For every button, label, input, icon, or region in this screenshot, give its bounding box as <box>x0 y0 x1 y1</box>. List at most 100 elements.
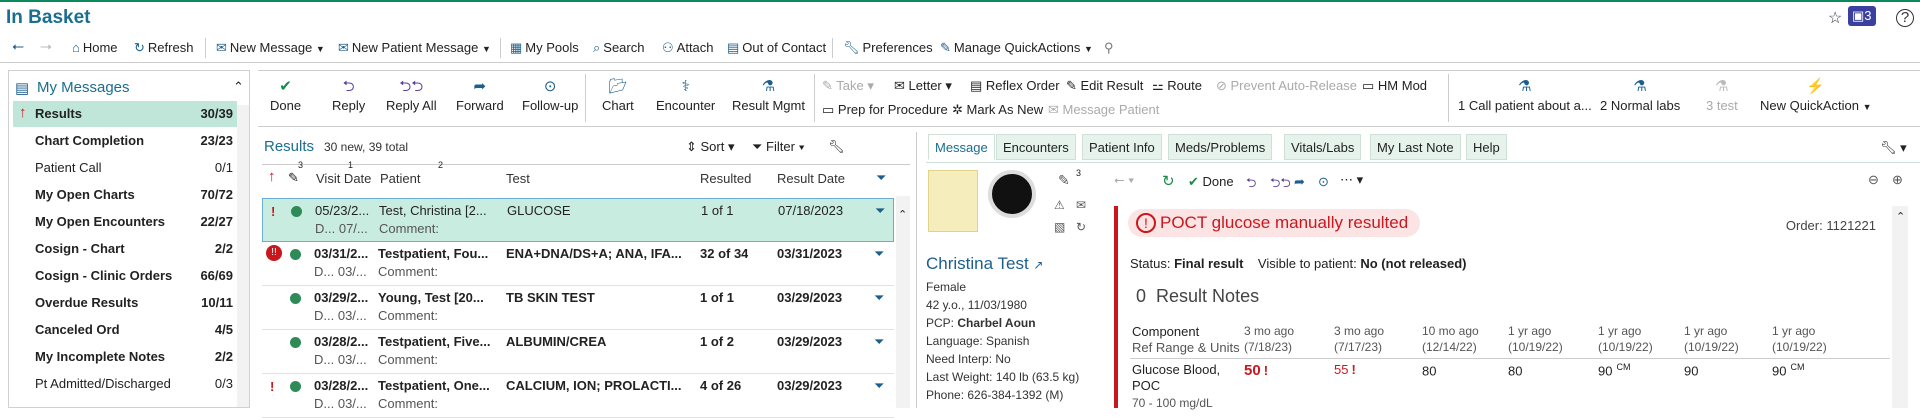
quickaction-test-button[interactable]: ⚗ 3 test <box>1706 76 1738 113</box>
edit-column-icon[interactable]: ✎ <box>288 170 299 186</box>
letter-button[interactable]: ✉ Letter ▾ <box>894 78 952 94</box>
new-message-button[interactable]: ✉ New Message ▼ <box>216 40 325 56</box>
reflex-order-button[interactable]: ▤ Reflex Order <box>970 78 1060 94</box>
filter-icon[interactable]: ⏷ <box>875 203 885 219</box>
hm-mod-button[interactable]: ▭ HM Mod <box>1362 78 1427 94</box>
new-patient-message-button[interactable]: ✉ New Patient Message ▼ <box>338 40 491 56</box>
filter-button[interactable]: ⏷ Filter ▾ <box>752 139 805 155</box>
zoom-out-icon[interactable]: ⊖ <box>1868 172 1879 188</box>
filter-icon[interactable]: ⏷ <box>874 334 884 350</box>
sidebar-item[interactable]: Canceled Ord 4/5 <box>13 317 237 343</box>
attach-button[interactable]: ⚇ Attach <box>662 40 714 56</box>
my-pools-button[interactable]: ▦ My Pools <box>510 40 579 56</box>
preferences-button[interactable]: 🔧︎ Preferences <box>843 40 933 56</box>
tab-vitals-labs[interactable]: Vitals/Labs <box>1284 134 1362 160</box>
patient-name[interactable]: Christina Test ↗ <box>926 254 1043 274</box>
take-button[interactable]: ✎ Take ▾ <box>822 78 874 94</box>
zoom-in-icon[interactable]: ⊕ <box>1892 172 1903 188</box>
chevron-down-icon[interactable]: ▼ <box>316 44 325 54</box>
tab-encounters[interactable]: Encounters <box>996 134 1076 160</box>
mail-icon[interactable]: ✉ <box>1076 198 1086 212</box>
sidebar-item[interactable]: ↑ Results 30/39 <box>13 101 237 127</box>
patient-photo[interactable] <box>988 170 1036 218</box>
col-result-date[interactable]: Result Date <box>777 171 845 186</box>
star-icon[interactable]: ☆ <box>1828 8 1842 28</box>
back-arrow-icon[interactable]: ⭠ ▾ <box>1114 172 1134 188</box>
done-button-small[interactable]: ✔ Done <box>1188 174 1234 190</box>
follow-up-button[interactable]: ⊙ Follow-up <box>522 76 578 113</box>
filter-icon[interactable]: ⏷ <box>874 378 884 394</box>
sidebar-item[interactable]: Cosign - Chart 2/2 <box>13 236 237 262</box>
scroll-up-icon[interactable]: ⌃ <box>898 208 907 221</box>
col-resulted[interactable]: Resulted <box>700 171 751 186</box>
chevron-down-icon[interactable]: ▼ <box>482 44 491 54</box>
scroll-up-icon[interactable]: ⌃ <box>1896 210 1905 223</box>
home-button[interactable]: ⌂ Home <box>72 40 118 55</box>
more-icon[interactable]: ⋯ ▾ <box>1340 172 1363 188</box>
col-patient[interactable]: Patient <box>380 171 420 186</box>
sticky-note-icon[interactable] <box>928 170 978 232</box>
message-patient-button[interactable]: ✉ Message Patient <box>1048 102 1159 118</box>
sidebar-item[interactable]: Cosign - Clinic Orders 66/69 <box>13 263 237 289</box>
col-test[interactable]: Test <box>506 171 530 186</box>
tab-help[interactable]: Help <box>1466 134 1507 160</box>
result-row[interactable]: 03/29/2... D... 03/... Young, Test [20... C… <box>262 286 894 330</box>
alert-icon[interactable]: ⚠ <box>1054 198 1065 212</box>
tab-my-last-note[interactable]: My Last Note <box>1370 134 1461 160</box>
manage-quickactions-button[interactable]: ✎ Manage QuickActions ▼ <box>940 40 1093 56</box>
out-of-contact-button[interactable]: ▤ Out of Contact <box>727 40 826 56</box>
open-chart-icon[interactable]: ↗ <box>1033 258 1043 272</box>
quickaction-call-button[interactable]: ⚗ 1 Call patient about a... <box>1458 76 1592 113</box>
forward-arrow-icon[interactable]: ⭢ <box>40 38 52 55</box>
reply-icon[interactable]: ⮌ <box>1246 174 1256 196</box>
sidebar-item[interactable]: My Open Charts 70/72 <box>13 182 237 208</box>
reply-button[interactable]: ⮌ Reply <box>332 76 365 113</box>
video-icon[interactable]: ▣3 <box>1848 6 1876 26</box>
message-scrollbar[interactable] <box>1892 206 1908 408</box>
lightbulb-icon[interactable]: ⚲ <box>1104 40 1114 56</box>
forward-button[interactable]: ➦ Forward <box>456 76 504 113</box>
edit-result-button[interactable]: ✎ Edit Result <box>1066 78 1143 94</box>
new-quickaction-button[interactable]: ⚡ New QuickAction ▼ <box>1760 76 1872 113</box>
filter-icon[interactable]: ⏷ <box>874 290 884 306</box>
back-arrow-icon[interactable]: ⭠ <box>12 38 24 55</box>
notes-icon[interactable]: ✎ <box>1058 172 1070 189</box>
result-row[interactable]: ! 05/23/2... D... 07/... Test, Christina [2… <box>262 198 894 242</box>
wrench-icon[interactable]: 🔧︎ ▾ <box>1880 140 1907 156</box>
chevron-down-icon[interactable]: ▼ <box>1084 44 1093 54</box>
reply-all-button[interactable]: ⮌⮌ Reply All <box>386 76 437 113</box>
result-mgmt-button[interactable]: ⚗ Result Mgmt <box>732 76 805 113</box>
tab-message[interactable]: Message <box>928 134 995 160</box>
chevron-down-icon[interactable]: ▼ <box>1863 102 1872 112</box>
help-icon[interactable]: ? <box>1896 9 1914 27</box>
prep-for-procedure-button[interactable]: ▭ Prep for Procedure <box>822 102 948 118</box>
wrench-icon[interactable]: 🔧︎ <box>828 139 845 155</box>
collapse-icon[interactable]: ⌃ <box>233 79 244 95</box>
sidebar-item[interactable]: My Open Encounters 22/27 <box>13 209 237 235</box>
refresh-icon[interactable]: ↻ <box>1076 220 1086 234</box>
encounter-button[interactable]: ⚕ Encounter <box>656 76 715 113</box>
sidebar-item[interactable]: Chart Completion 23/23 <box>13 128 237 154</box>
mark-as-new-button[interactable]: ✲ Mark As New <box>952 102 1043 118</box>
done-button[interactable]: ✔ Done <box>270 76 301 113</box>
chart-button[interactable]: 📂︎ Chart <box>602 76 634 113</box>
refresh-icon[interactable]: ↻ <box>1162 172 1175 190</box>
result-row[interactable]: 03/28/2... D... 03/... Testpatient, Five..… <box>262 330 894 374</box>
follow-up-icon[interactable]: ⊙ <box>1318 174 1329 190</box>
chart-icon[interactable]: ▧ <box>1054 220 1065 234</box>
sidebar-item[interactable]: Pt Admitted/Discharged 0/3 <box>13 371 237 397</box>
tab-patient-info[interactable]: Patient Info <box>1082 134 1162 160</box>
sidebar-scrollbar[interactable] <box>237 105 249 407</box>
filter-icon[interactable]: ⏷ <box>876 170 886 186</box>
refresh-button[interactable]: ↻ Refresh <box>134 40 193 56</box>
sort-button[interactable]: ⇕ Sort ▾ <box>686 139 735 155</box>
filter-icon[interactable]: ⏷ <box>874 246 884 262</box>
search-button[interactable]: ⌕ Search <box>593 40 644 56</box>
forward-icon[interactable]: ➦ <box>1294 174 1305 190</box>
result-row[interactable]: ! 03/28/2... D... 03/... Testpatient, One..… <box>262 374 894 418</box>
route-button[interactable]: ⚍ Route <box>1152 78 1202 94</box>
col-visit-date[interactable]: Visit Date <box>316 171 371 186</box>
reply-all-icon[interactable]: ⮌⮌ <box>1270 174 1291 196</box>
prevent-auto-release-button[interactable]: ⊘ Prevent Auto-Release <box>1216 78 1357 94</box>
quickaction-normal-labs-button[interactable]: ⚗ 2 Normal labs <box>1600 76 1680 113</box>
